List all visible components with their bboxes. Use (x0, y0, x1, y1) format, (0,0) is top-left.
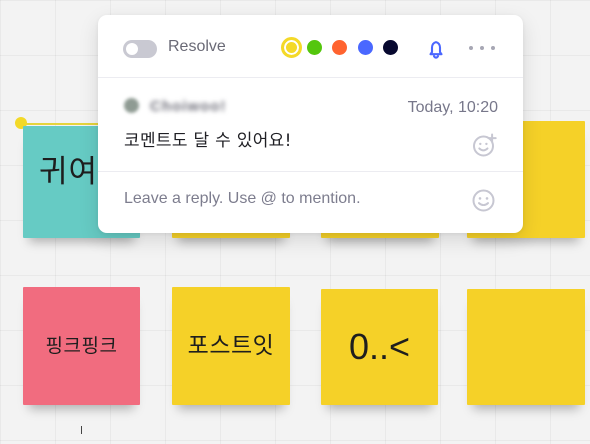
color-option-black[interactable] (383, 40, 398, 55)
smiley-icon[interactable] (471, 188, 496, 213)
selection-connector-line (20, 123, 100, 125)
sticky-note-label: 포스트잇 (187, 332, 275, 359)
bell-icon[interactable] (424, 37, 448, 61)
sticky-note-label: 0..< (348, 326, 411, 367)
toggle-knob (126, 43, 138, 55)
avatar (124, 98, 139, 113)
sticky-note-label: 핑크핑크 (45, 334, 118, 357)
color-option-green[interactable] (307, 40, 322, 55)
more-dot (469, 46, 473, 50)
reply-input[interactable]: Leave a reply. Use @ to mention. (124, 190, 361, 208)
comment-popover: Resolve Choiwoo! Today, 10:20 코멘트도 달 수 있… (98, 15, 523, 233)
more-dot (480, 46, 484, 50)
resolve-label[interactable]: Resolve (168, 38, 226, 56)
smiley-plus-icon[interactable] (472, 133, 497, 158)
comment-header: Resolve (98, 15, 523, 78)
comment-author: Choiwoo! (150, 98, 227, 115)
comment-timestamp: Today, 10:20 (407, 99, 498, 116)
sticky-note-yellow[interactable]: 0..< (321, 289, 438, 405)
sticky-note-yellow[interactable] (467, 289, 585, 405)
text-cursor (81, 426, 82, 434)
comment-text: 코멘트도 달 수 있어요! (124, 131, 292, 151)
comment-thread (98, 78, 523, 172)
sticky-note-pink[interactable]: 핑크핑크 (23, 287, 140, 405)
sticky-note-label: 귀여 (39, 154, 99, 190)
color-option-orange[interactable] (332, 40, 347, 55)
color-option-blue[interactable] (358, 40, 373, 55)
resolve-toggle[interactable] (123, 40, 157, 58)
more-icon[interactable] (469, 46, 495, 52)
sticky-note-yellow[interactable]: 포스트잇 (172, 287, 290, 405)
more-dot (491, 46, 495, 50)
whiteboard-canvas[interactable]: 귀여 핑크핑크 포스트잇 0..< Resolve Choiwoo! Today… (0, 0, 590, 444)
color-option-yellow[interactable] (281, 37, 302, 58)
